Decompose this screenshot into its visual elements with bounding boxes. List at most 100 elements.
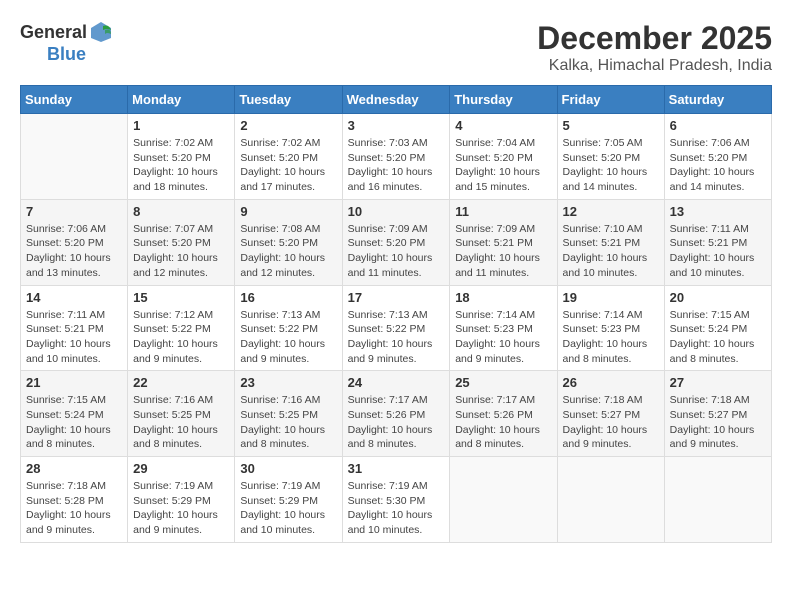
day-info: Sunrise: 7:18 AM Sunset: 5:27 PM Dayligh…: [563, 393, 659, 452]
day-number: 7: [26, 204, 122, 219]
calendar-day-cell: 22 Sunrise: 7:16 AM Sunset: 5:25 PM Dayli…: [128, 371, 235, 457]
calendar-week-row: 28Sunrise: 7:18 AM Sunset: 5:28 PM Dayli…: [21, 457, 772, 543]
day-number: 22: [133, 375, 229, 390]
calendar-day-cell: 1 Sunrise: 7:02 AM Sunset: 5:20 PM Daylig…: [128, 114, 235, 200]
calendar-day-cell: 8 Sunrise: 7:07 AM Sunset: 5:20 PM Daylig…: [128, 199, 235, 285]
page-header: General Blue December 2025 Kalka, Himach…: [20, 20, 772, 75]
day-info: Sunrise: 7:06 AM Sunset: 5:20 PM Dayligh…: [26, 222, 122, 281]
calendar-day-cell: 18 Sunrise: 7:14 AM Sunset: 5:23 PM Dayli…: [450, 285, 557, 371]
day-info: Sunrise: 7:06 AM Sunset: 5:20 PM Dayligh…: [670, 136, 766, 195]
calendar-day-cell: 24Sunrise: 7:17 AM Sunset: 5:26 PM Dayli…: [342, 371, 450, 457]
calendar-day-cell: [557, 457, 664, 543]
day-info: Sunrise: 7:02 AM Sunset: 5:20 PM Dayligh…: [133, 136, 229, 195]
day-number: 2: [240, 118, 336, 133]
calendar-day-cell: 29 Sunrise: 7:19 AM Sunset: 5:29 PM Dayli…: [128, 457, 235, 543]
calendar-day-cell: 30 Sunrise: 7:19 AM Sunset: 5:29 PM Dayli…: [235, 457, 342, 543]
calendar-day-cell: 14 Sunrise: 7:11 AM Sunset: 5:21 PM Dayli…: [21, 285, 128, 371]
day-info: Sunrise: 7:14 AM Sunset: 5:23 PM Dayligh…: [455, 308, 551, 367]
day-info: Sunrise: 7:19 AM Sunset: 5:29 PM Dayligh…: [240, 479, 336, 538]
calendar-day-cell: 19Sunrise: 7:14 AM Sunset: 5:23 PM Dayli…: [557, 285, 664, 371]
day-info: Sunrise: 7:16 AM Sunset: 5:25 PM Dayligh…: [240, 393, 336, 452]
location-title: Kalka, Himachal Pradesh, India: [537, 57, 772, 75]
logo-general: General: [20, 22, 87, 43]
calendar-header-cell: Friday: [557, 86, 664, 114]
calendar-day-cell: 13 Sunrise: 7:11 AM Sunset: 5:21 PM Dayli…: [664, 199, 771, 285]
day-info: Sunrise: 7:08 AM Sunset: 5:20 PM Dayligh…: [240, 222, 336, 281]
calendar-day-cell: [664, 457, 771, 543]
day-number: 18: [455, 290, 551, 305]
day-info: Sunrise: 7:12 AM Sunset: 5:22 PM Dayligh…: [133, 308, 229, 367]
title-area: December 2025 Kalka, Himachal Pradesh, I…: [537, 20, 772, 75]
day-info: Sunrise: 7:05 AM Sunset: 5:20 PM Dayligh…: [563, 136, 659, 195]
calendar-header-cell: Sunday: [21, 86, 128, 114]
calendar-day-cell: 12 Sunrise: 7:10 AM Sunset: 5:21 PM Dayli…: [557, 199, 664, 285]
day-number: 20: [670, 290, 766, 305]
day-number: 13: [670, 204, 766, 219]
calendar-day-cell: 10Sunrise: 7:09 AM Sunset: 5:20 PM Dayli…: [342, 199, 450, 285]
calendar-table: SundayMondayTuesdayWednesdayThursdayFrid…: [20, 85, 772, 543]
day-number: 23: [240, 375, 336, 390]
calendar-day-cell: 16 Sunrise: 7:13 AM Sunset: 5:22 PM Dayli…: [235, 285, 342, 371]
day-number: 14: [26, 290, 122, 305]
logo-icon: [89, 20, 113, 44]
calendar-day-cell: 4Sunrise: 7:04 AM Sunset: 5:20 PM Daylig…: [450, 114, 557, 200]
calendar-header-cell: Wednesday: [342, 86, 450, 114]
day-info: Sunrise: 7:17 AM Sunset: 5:26 PM Dayligh…: [455, 393, 551, 452]
day-number: 25: [455, 375, 551, 390]
calendar-day-cell: 26 Sunrise: 7:18 AM Sunset: 5:27 PM Dayli…: [557, 371, 664, 457]
day-info: Sunrise: 7:16 AM Sunset: 5:25 PM Dayligh…: [133, 393, 229, 452]
day-number: 17: [348, 290, 445, 305]
calendar-day-cell: 2Sunrise: 7:02 AM Sunset: 5:20 PM Daylig…: [235, 114, 342, 200]
day-number: 8: [133, 204, 229, 219]
calendar-week-row: 7 Sunrise: 7:06 AM Sunset: 5:20 PM Daylig…: [21, 199, 772, 285]
day-info: Sunrise: 7:14 AM Sunset: 5:23 PM Dayligh…: [563, 308, 659, 367]
day-info: Sunrise: 7:11 AM Sunset: 5:21 PM Dayligh…: [670, 222, 766, 281]
calendar-week-row: 21Sunrise: 7:15 AM Sunset: 5:24 PM Dayli…: [21, 371, 772, 457]
calendar-day-cell: 31 Sunrise: 7:19 AM Sunset: 5:30 PM Dayli…: [342, 457, 450, 543]
day-info: Sunrise: 7:18 AM Sunset: 5:28 PM Dayligh…: [26, 479, 122, 538]
day-info: Sunrise: 7:19 AM Sunset: 5:29 PM Dayligh…: [133, 479, 229, 538]
day-number: 10: [348, 204, 445, 219]
calendar-week-row: 1 Sunrise: 7:02 AM Sunset: 5:20 PM Daylig…: [21, 114, 772, 200]
day-info: Sunrise: 7:19 AM Sunset: 5:30 PM Dayligh…: [348, 479, 445, 538]
day-info: Sunrise: 7:04 AM Sunset: 5:20 PM Dayligh…: [455, 136, 551, 195]
day-number: 3: [348, 118, 445, 133]
day-number: 16: [240, 290, 336, 305]
day-number: 5: [563, 118, 659, 133]
calendar-day-cell: [21, 114, 128, 200]
calendar-day-cell: 15 Sunrise: 7:12 AM Sunset: 5:22 PM Dayli…: [128, 285, 235, 371]
day-info: Sunrise: 7:13 AM Sunset: 5:22 PM Dayligh…: [240, 308, 336, 367]
month-title: December 2025: [537, 20, 772, 57]
day-info: Sunrise: 7:07 AM Sunset: 5:20 PM Dayligh…: [133, 222, 229, 281]
day-info: Sunrise: 7:11 AM Sunset: 5:21 PM Dayligh…: [26, 308, 122, 367]
calendar-header-cell: Tuesday: [235, 86, 342, 114]
day-number: 26: [563, 375, 659, 390]
calendar-day-cell: 3 Sunrise: 7:03 AM Sunset: 5:20 PM Daylig…: [342, 114, 450, 200]
day-number: 15: [133, 290, 229, 305]
day-info: Sunrise: 7:09 AM Sunset: 5:21 PM Dayligh…: [455, 222, 551, 281]
day-info: Sunrise: 7:03 AM Sunset: 5:20 PM Dayligh…: [348, 136, 445, 195]
calendar-day-cell: 23 Sunrise: 7:16 AM Sunset: 5:25 PM Dayli…: [235, 371, 342, 457]
day-number: 12: [563, 204, 659, 219]
logo: General Blue: [20, 20, 113, 65]
day-info: Sunrise: 7:18 AM Sunset: 5:27 PM Dayligh…: [670, 393, 766, 452]
calendar-header-cell: Thursday: [450, 86, 557, 114]
calendar-week-row: 14 Sunrise: 7:11 AM Sunset: 5:21 PM Dayli…: [21, 285, 772, 371]
day-info: Sunrise: 7:13 AM Sunset: 5:22 PM Dayligh…: [348, 308, 445, 367]
day-number: 30: [240, 461, 336, 476]
calendar-day-cell: 6Sunrise: 7:06 AM Sunset: 5:20 PM Daylig…: [664, 114, 771, 200]
day-number: 9: [240, 204, 336, 219]
day-number: 11: [455, 204, 551, 219]
calendar-header-cell: Monday: [128, 86, 235, 114]
day-number: 29: [133, 461, 229, 476]
day-number: 31: [348, 461, 445, 476]
calendar-day-cell: 20Sunrise: 7:15 AM Sunset: 5:24 PM Dayli…: [664, 285, 771, 371]
calendar-day-cell: 27Sunrise: 7:18 AM Sunset: 5:27 PM Dayli…: [664, 371, 771, 457]
calendar-header-cell: Saturday: [664, 86, 771, 114]
day-info: Sunrise: 7:10 AM Sunset: 5:21 PM Dayligh…: [563, 222, 659, 281]
calendar-header: SundayMondayTuesdayWednesdayThursdayFrid…: [21, 86, 772, 114]
calendar-day-cell: 28Sunrise: 7:18 AM Sunset: 5:28 PM Dayli…: [21, 457, 128, 543]
calendar-day-cell: 21Sunrise: 7:15 AM Sunset: 5:24 PM Dayli…: [21, 371, 128, 457]
calendar-day-cell: 7 Sunrise: 7:06 AM Sunset: 5:20 PM Daylig…: [21, 199, 128, 285]
day-number: 1: [133, 118, 229, 133]
